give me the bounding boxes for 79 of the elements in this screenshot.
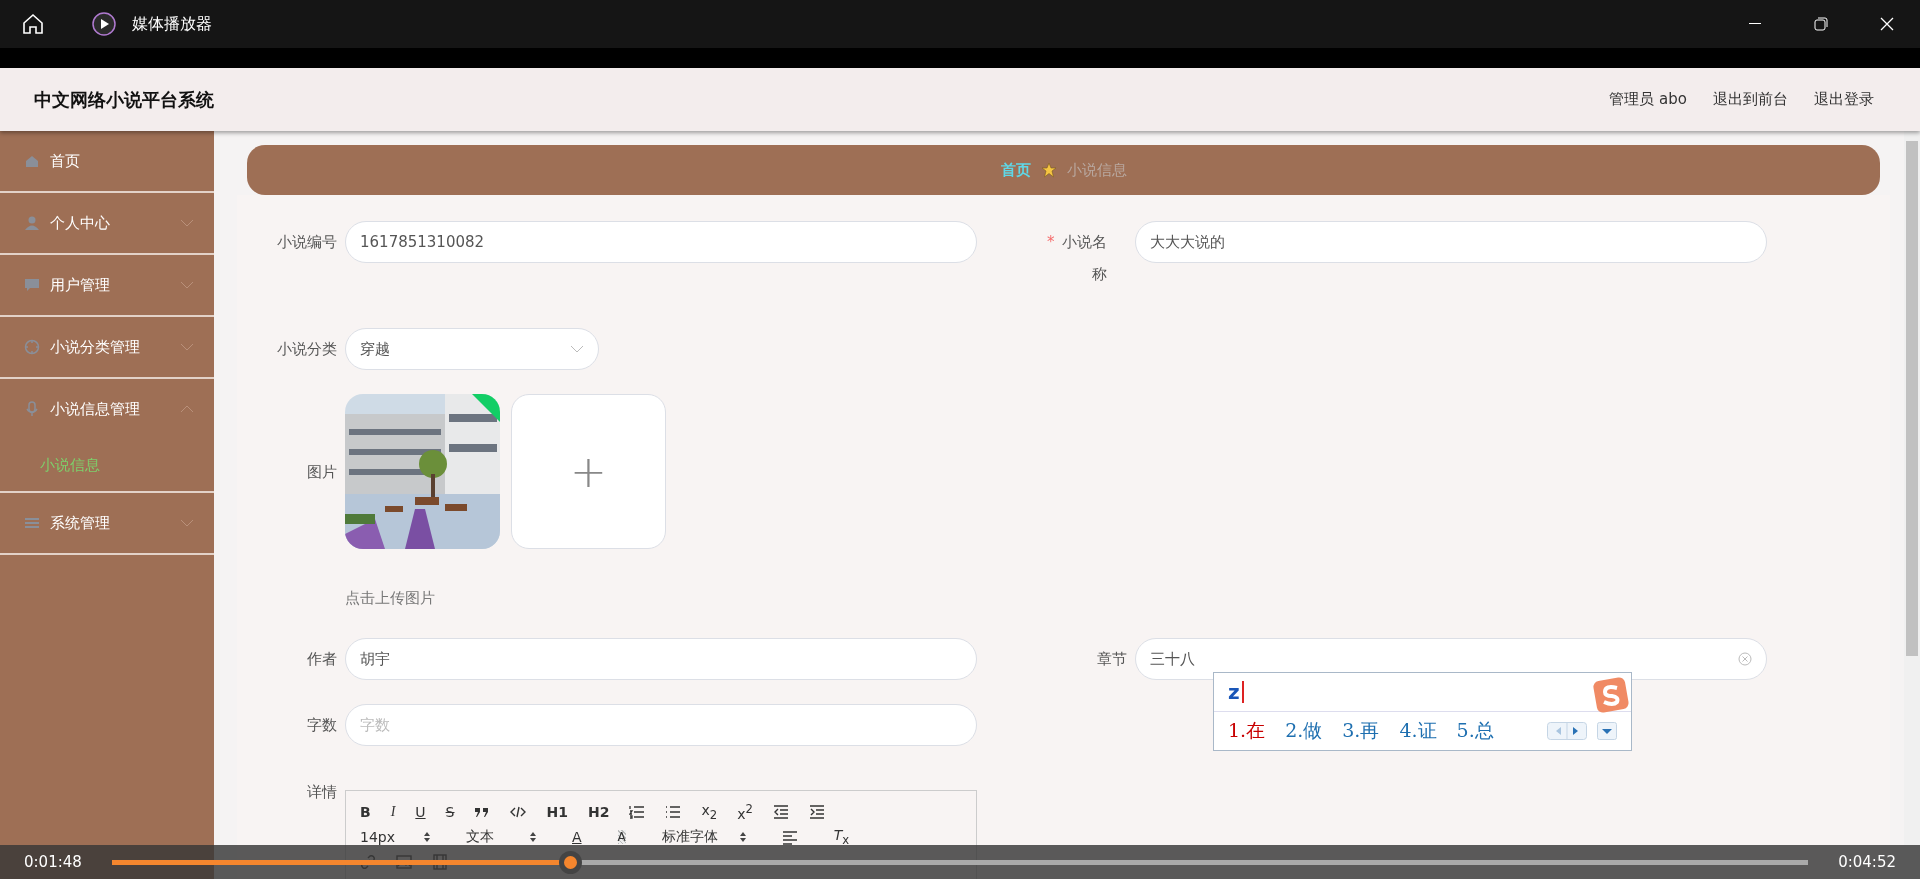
chevron-up-icon xyxy=(180,405,194,413)
ime-candidate[interactable]: 5.总 xyxy=(1456,718,1494,744)
breadcrumb-current: 小说信息 xyxy=(1066,160,1127,180)
field-label: 小说名称 xyxy=(1060,232,1107,285)
microphone-icon xyxy=(24,401,40,417)
format-button[interactable]: x$_{2}$ xyxy=(701,802,718,822)
field-label: 图片 xyxy=(307,461,338,483)
format-button[interactable]: T$_{x}$ xyxy=(833,827,850,847)
numbered-list-icon[interactable] xyxy=(629,804,646,820)
star-icon xyxy=(1040,162,1057,178)
ime-candidate[interactable]: 2.做 xyxy=(1285,718,1323,744)
format-button[interactable]: x$^{2}$ xyxy=(737,802,753,822)
chevron-down-icon xyxy=(570,345,584,353)
ime-candidate[interactable]: 3.再 xyxy=(1342,718,1380,744)
indent-icon[interactable] xyxy=(808,804,825,820)
field-value: 三十八 xyxy=(1150,649,1196,669)
format-button[interactable]: A xyxy=(572,829,582,845)
ime-candidate[interactable]: 4.证 xyxy=(1399,718,1437,744)
chevron-down-icon xyxy=(180,219,194,227)
input-field[interactable]: 1617851310082 xyxy=(345,221,977,263)
window-title: 媒体播放器 xyxy=(132,13,212,35)
elapsed-time: 0:01:48 xyxy=(24,853,82,871)
chevron-down-icon xyxy=(180,519,194,527)
outdent-icon[interactable] xyxy=(772,804,789,820)
input-field[interactable]: 大大大说的 xyxy=(1135,221,1767,263)
toolbar-select[interactable]: 文本 xyxy=(466,828,536,846)
select-field[interactable]: 穿越 xyxy=(345,328,599,370)
play-icon xyxy=(92,12,116,36)
total-time: 0:04:52 xyxy=(1838,853,1896,871)
field-label: 字数 xyxy=(307,715,338,736)
crosshair-icon xyxy=(24,339,40,355)
header-link[interactable]: 退出登录 xyxy=(1814,90,1874,109)
toolbar-select[interactable]: 14px xyxy=(360,829,430,845)
close-icon[interactable] xyxy=(1880,17,1894,31)
home-icon xyxy=(24,153,40,169)
bullet-list-icon[interactable] xyxy=(665,804,682,820)
field-label: 章节 xyxy=(1097,649,1128,670)
format-button[interactable]: B xyxy=(360,804,371,820)
sort-icon xyxy=(530,832,536,842)
chat-icon xyxy=(24,277,40,293)
field-placeholder: 字数 xyxy=(360,715,391,735)
field-value: 大大大说的 xyxy=(1150,232,1226,252)
format-button[interactable]: S xyxy=(445,804,455,820)
home-icon[interactable] xyxy=(22,13,44,35)
input-field[interactable]: 胡宇 xyxy=(345,638,977,680)
field-value: 穿越 xyxy=(360,339,391,359)
sidebar-item[interactable]: 小说信息管理 xyxy=(0,379,214,439)
toolbar-select[interactable]: 标准字体 xyxy=(661,828,746,846)
format-button[interactable]: A xyxy=(617,830,626,844)
upload-button[interactable]: + xyxy=(511,394,666,549)
minimize-icon[interactable] xyxy=(1749,23,1761,25)
upload-hint: 点击上传图片 xyxy=(345,589,436,608)
chevron-down-icon xyxy=(180,343,194,351)
header-link[interactable]: 退出到前台 xyxy=(1713,90,1788,109)
sort-icon xyxy=(424,832,430,842)
align-left-icon[interactable] xyxy=(781,829,798,845)
chevron-down-icon xyxy=(180,281,194,289)
field-value: 1617851310082 xyxy=(360,233,486,251)
app-title: 中文网络小说平台系统 xyxy=(34,87,214,112)
ime-candidate[interactable]: 1.在 xyxy=(1228,718,1266,744)
dropdown-icon[interactable] xyxy=(1597,722,1617,740)
restore-icon[interactable] xyxy=(1814,17,1828,31)
field-label: 小说分类 xyxy=(277,339,338,360)
format-button[interactable]: I xyxy=(390,804,396,820)
code-icon[interactable] xyxy=(510,804,527,820)
field-label: 详情 xyxy=(307,782,338,803)
format-button[interactable]: U xyxy=(415,804,426,820)
user-icon xyxy=(24,215,40,231)
format-button[interactable]: H1 xyxy=(546,804,568,820)
field-label: 小说编号 xyxy=(277,232,338,253)
required-mark: * xyxy=(1047,232,1055,253)
field-value: 胡宇 xyxy=(360,649,391,669)
list-icon xyxy=(24,515,40,531)
page-arrows-icon[interactable] xyxy=(1547,722,1587,740)
slider-thumb[interactable] xyxy=(558,850,582,874)
field-label: 作者 xyxy=(307,649,338,670)
header-link[interactable]: 管理员 abo xyxy=(1609,90,1687,109)
sort-icon xyxy=(739,832,746,842)
format-button[interactable]: H2 xyxy=(587,804,610,820)
